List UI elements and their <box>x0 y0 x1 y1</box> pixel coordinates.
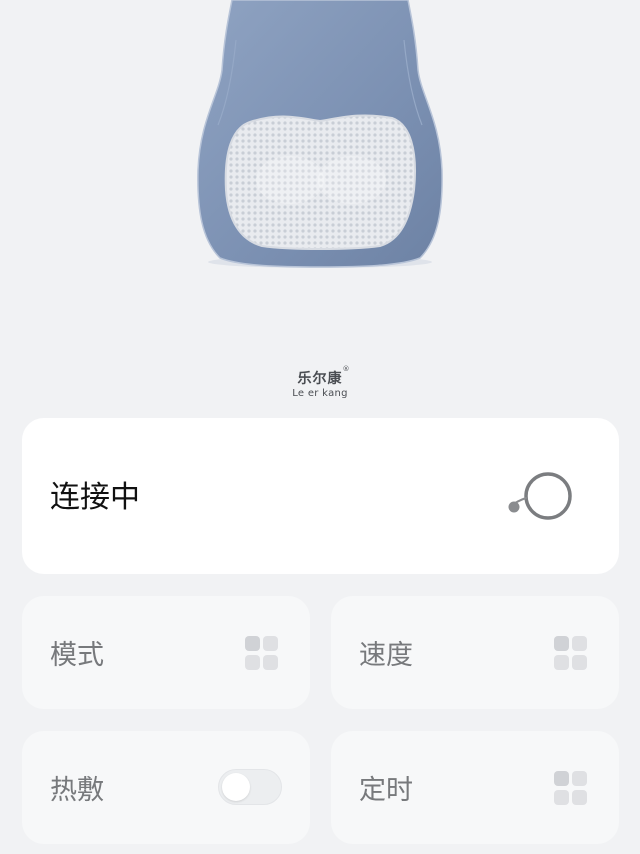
heat-label: 热敷 <box>50 775 104 806</box>
connection-status-label: 连接中 <box>50 480 140 515</box>
loading-spinner-icon <box>508 472 572 520</box>
heat-tile[interactable]: 热敷 <box>22 731 310 844</box>
brand-name-cn-text: 乐尔康 <box>297 371 343 387</box>
heat-toggle-knob <box>222 773 250 801</box>
speed-label: 速度 <box>359 640 413 671</box>
brand-name-cn: 乐尔康 ® <box>297 365 350 388</box>
app-screen: 乐尔康 ® Le er kang 连接中 模式 速度 热敷 定时 <box>0 0 640 854</box>
brand-name-en: Le er kang <box>292 388 348 399</box>
speed-tile[interactable]: 速度 <box>331 596 619 709</box>
speed-grid-icon <box>554 636 588 670</box>
brand-logo: 乐尔康 ® Le er kang <box>0 365 640 399</box>
mode-label: 模式 <box>50 640 104 671</box>
heat-toggle[interactable] <box>218 769 282 805</box>
timer-grid-icon <box>554 771 588 805</box>
mode-grid-icon <box>245 636 279 670</box>
massage-cushion-image <box>197 0 443 268</box>
mode-tile[interactable]: 模式 <box>22 596 310 709</box>
timer-tile[interactable]: 定时 <box>331 731 619 844</box>
registered-mark: ® <box>342 365 351 373</box>
timer-label: 定时 <box>359 775 413 806</box>
